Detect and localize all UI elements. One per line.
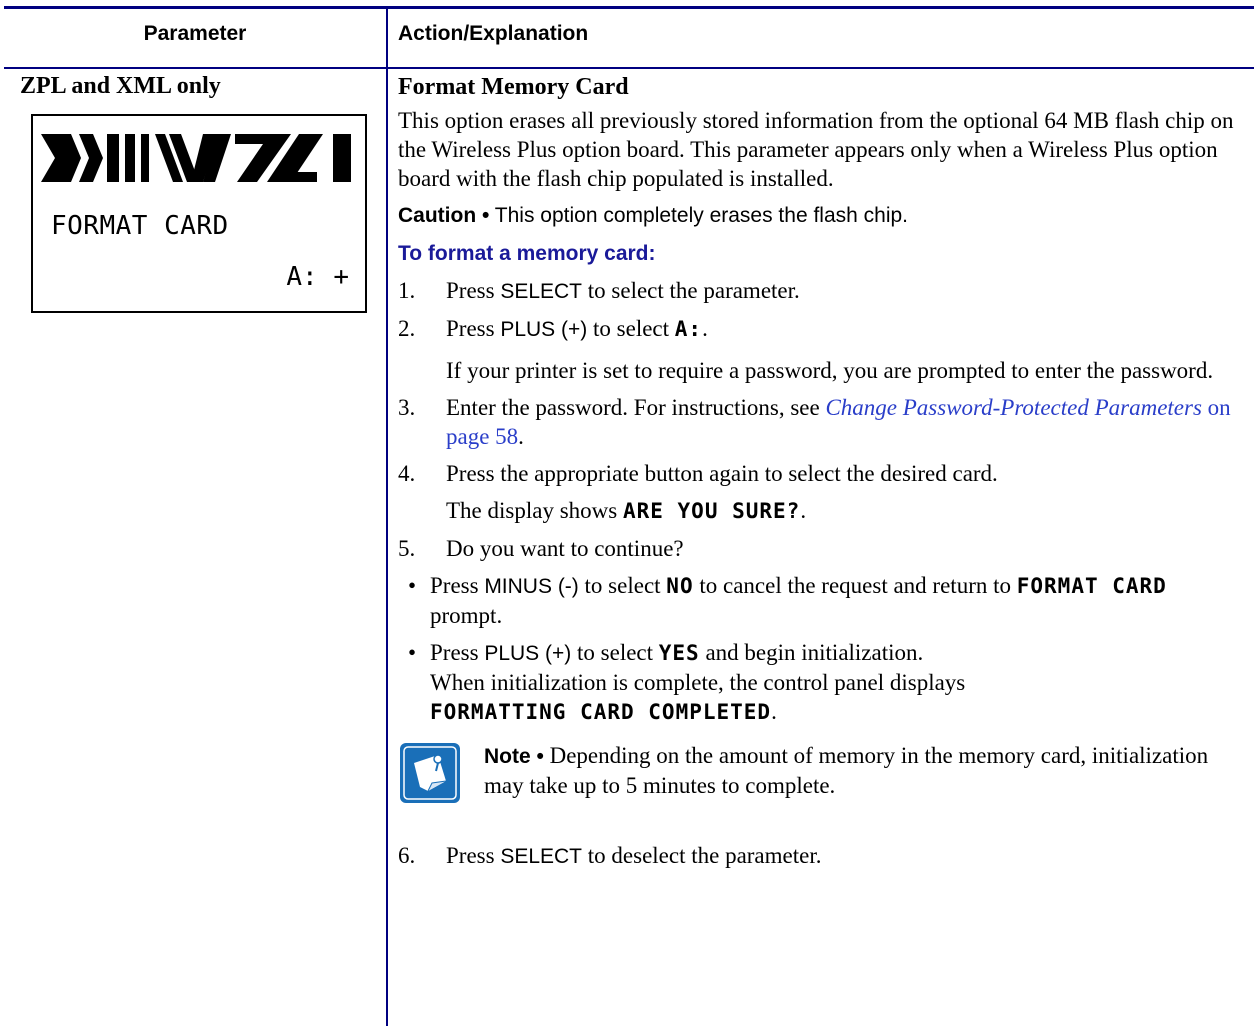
bullet-text: . bbox=[771, 699, 777, 724]
step-text: Press bbox=[446, 316, 501, 341]
step-3: 3. Enter the password. For instructions,… bbox=[398, 393, 1238, 451]
bullet-text: Press bbox=[430, 573, 485, 598]
step-number: 6. bbox=[398, 843, 416, 868]
key-name: PLUS (+) bbox=[484, 642, 572, 665]
lcd-value: ARE YOU SURE? bbox=[622, 499, 801, 523]
bullet-text: Press bbox=[430, 640, 485, 665]
bullet-icon: • bbox=[408, 640, 417, 665]
step-text: Do you want to continue? bbox=[446, 536, 684, 561]
header-action: Action/Explanation bbox=[398, 22, 589, 45]
note-text: Note • Depending on the amount of memory… bbox=[484, 741, 1238, 805]
step-text: . bbox=[800, 498, 807, 523]
step-1: 1. Press SELECT to select the parameter. bbox=[398, 276, 1238, 306]
bullet-cancel: • Press MINUS (-) to select NO to cancel… bbox=[408, 571, 1238, 630]
step-6: 6. Press SELECT to deselect the paramete… bbox=[398, 841, 1238, 871]
key-name: SELECT bbox=[500, 280, 583, 303]
parameter-label: ZPL and XML only bbox=[20, 73, 221, 99]
lcd-value: FORMAT CARD bbox=[1016, 574, 1167, 598]
lcd-value: A: bbox=[674, 317, 703, 341]
step-number: 4. bbox=[398, 461, 416, 486]
step-2-subtext: If your printer is set to require a pass… bbox=[446, 358, 1214, 383]
step-5: 5. Do you want to continue? bbox=[398, 534, 1238, 563]
step-text: The display shows bbox=[446, 498, 623, 523]
step-text: . bbox=[518, 424, 524, 449]
step-text: Press bbox=[446, 843, 501, 868]
step-text: Enter the password. For instructions, se… bbox=[446, 395, 826, 420]
section-title: Format Memory Card bbox=[398, 74, 629, 100]
note-icon bbox=[400, 743, 460, 803]
step-4: 4. Press the appropriate button again to… bbox=[398, 459, 1238, 488]
step-text: to select bbox=[587, 316, 675, 341]
step-text: . bbox=[702, 316, 708, 341]
caution-paragraph: Caution • This option completely erases … bbox=[398, 201, 1238, 230]
bullet-text: prompt. bbox=[430, 603, 503, 628]
lcd-display: FORMAT CARD A: + bbox=[31, 114, 367, 313]
caution-text: This option completely erases the flash … bbox=[489, 204, 909, 227]
bullet-text: When initialization is complete, the con… bbox=[430, 670, 966, 695]
key-name: MINUS (-) bbox=[484, 575, 579, 598]
cross-reference-link[interactable]: Change Password-Protected Parameters bbox=[825, 395, 1201, 420]
step-text: to select the parameter. bbox=[582, 278, 800, 303]
step-number: 5. bbox=[398, 536, 416, 561]
bullet-text: and begin initialization. bbox=[699, 640, 924, 665]
bullet-text: to select bbox=[571, 640, 659, 665]
step-text: Press the appropriate button again to se… bbox=[446, 461, 998, 486]
step-text: to deselect the parameter. bbox=[582, 843, 822, 868]
key-name: PLUS (+) bbox=[500, 318, 588, 341]
step-2: 2. Press PLUS (+) to select A:. bbox=[398, 314, 1238, 344]
step-text: Press bbox=[446, 278, 501, 303]
lcd-value: NO bbox=[666, 574, 694, 598]
step-number: 1. bbox=[398, 278, 416, 303]
column-divider bbox=[386, 6, 388, 1026]
lcd-value: YES bbox=[658, 641, 700, 665]
caution-label: Caution • bbox=[398, 204, 490, 227]
note-label: Note • bbox=[484, 745, 544, 768]
table-top-rule bbox=[4, 6, 1254, 9]
note-body: Depending on the amount of memory in the… bbox=[484, 743, 1209, 798]
step-4-subtext: The display shows ARE YOU SURE?. bbox=[446, 496, 1238, 526]
bullet-text: to select bbox=[578, 573, 667, 598]
zebra-logo-icon bbox=[41, 134, 351, 182]
key-name: SELECT bbox=[500, 845, 583, 868]
lcd-text-line2: A: + bbox=[286, 262, 349, 292]
step-number: 3. bbox=[398, 395, 416, 420]
note-box: Note • Depending on the amount of memory… bbox=[398, 741, 1238, 805]
header-rule bbox=[4, 67, 1254, 69]
lcd-value: FORMATTING CARD COMPLETED bbox=[430, 700, 772, 724]
procedure-title: To format a memory card: bbox=[398, 242, 656, 265]
bullet-text: to cancel the request and return to bbox=[693, 573, 1017, 598]
bullet-continue: • Press PLUS (+) to select YES and begin… bbox=[408, 638, 1238, 727]
intro-paragraph: This option erases all previously stored… bbox=[398, 108, 1234, 191]
bullet-icon: • bbox=[408, 573, 417, 598]
explanation-column: Format Memory Card This option erases al… bbox=[398, 73, 1238, 871]
lcd-text-line1: FORMAT CARD bbox=[51, 211, 229, 241]
header-parameter: Parameter bbox=[143, 22, 247, 45]
step-number: 2. bbox=[398, 316, 416, 341]
